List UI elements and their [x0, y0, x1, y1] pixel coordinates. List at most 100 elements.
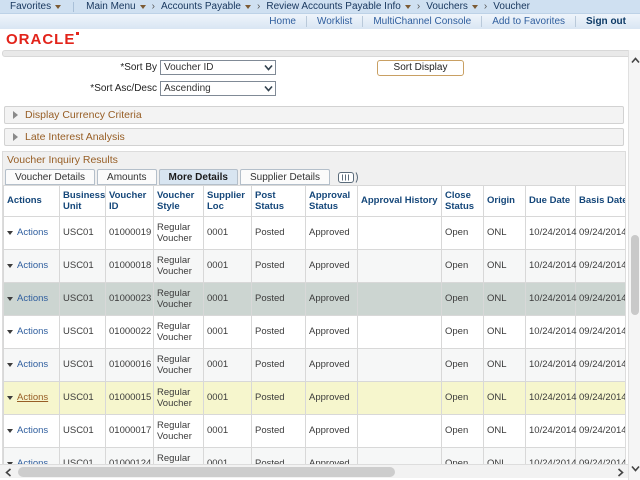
- vertical-scrollbar[interactable]: [628, 50, 640, 480]
- tab-more-details[interactable]: More Details: [159, 169, 238, 185]
- sort-display-button[interactable]: Sort Display: [377, 60, 464, 76]
- tab-supplier-details[interactable]: Supplier Details: [240, 169, 330, 185]
- show-all-columns-icon[interactable]: [338, 172, 360, 183]
- actions-dropdown-icon[interactable]: [7, 330, 13, 334]
- section-late-interest-analysis[interactable]: Late Interest Analysis: [4, 128, 624, 146]
- breadcrumb-separator-icon: [415, 1, 422, 12]
- cell-business-unit: USC01: [60, 415, 106, 448]
- table-row: ActionsUSC0101000018Regular Voucher0001P…: [4, 250, 627, 283]
- chevron-down-icon: [55, 5, 61, 9]
- cell-origin: ONL: [484, 349, 526, 382]
- actions-link[interactable]: Actions: [17, 359, 48, 370]
- vertical-scroll-thumb[interactable]: [631, 235, 639, 315]
- cell-close-status: Open: [442, 349, 484, 382]
- actions-link[interactable]: Actions: [17, 260, 48, 271]
- cell-approval-history: [358, 415, 442, 448]
- cell-actions: Actions: [4, 349, 60, 382]
- cell-supplier-loc: 0001: [204, 283, 252, 316]
- sort-by-label: *Sort By: [0, 62, 160, 73]
- cell-origin: ONL: [484, 316, 526, 349]
- horizontal-scrollbar[interactable]: [0, 464, 628, 478]
- actions-dropdown-icon[interactable]: [7, 429, 13, 433]
- add-to-favorites-link[interactable]: Add to Favorites: [481, 16, 575, 27]
- cell-approval-history: [358, 250, 442, 283]
- section-display-currency-criteria[interactable]: Display Currency Criteria: [4, 106, 624, 124]
- chevron-down-icon: [264, 64, 273, 71]
- table-row: ActionsUSC0101000015Regular Voucher0001P…: [4, 382, 627, 415]
- cell-actions: Actions: [4, 217, 60, 250]
- cell-origin: ONL: [484, 283, 526, 316]
- scroll-up-icon[interactable]: [629, 54, 640, 66]
- tab-amounts[interactable]: Amounts: [97, 169, 156, 185]
- actions-dropdown-icon[interactable]: [7, 363, 13, 367]
- results-table: Actions Business Unit Voucher ID Voucher…: [3, 185, 626, 473]
- chevron-down-icon: [405, 5, 411, 9]
- cell-supplier-loc: 0001: [204, 217, 252, 250]
- cell-due-date: 10/24/2014: [526, 217, 576, 250]
- breadcrumb-separator-icon: [255, 1, 262, 12]
- breadcrumb-item-vouchers[interactable]: Vouchers: [422, 1, 482, 12]
- sort-asc-desc-select[interactable]: Ascending: [160, 81, 276, 96]
- cell-voucher-id: 01000019: [106, 217, 154, 250]
- cell-post-status: Posted: [252, 217, 306, 250]
- cell-basis-date: 09/24/2014: [576, 349, 627, 382]
- multichannel-console-link[interactable]: MultiChannel Console: [362, 16, 481, 27]
- cell-approval-history: [358, 283, 442, 316]
- favorites-menu[interactable]: Favorites: [6, 1, 65, 12]
- actions-dropdown-icon[interactable]: [7, 396, 13, 400]
- scroll-right-icon[interactable]: [614, 466, 626, 478]
- sort-by-select[interactable]: Voucher ID: [160, 60, 276, 75]
- breadcrumb-divider: [73, 2, 74, 12]
- home-link[interactable]: Home: [259, 16, 306, 27]
- sort-controls: *Sort By Voucher ID Sort Display *Sort A…: [0, 58, 628, 102]
- breadcrumb-item-main-menu[interactable]: Main Menu: [82, 1, 149, 12]
- breadcrumb-separator-icon: [150, 1, 157, 12]
- section-label: Late Interest Analysis: [25, 131, 125, 143]
- cell-close-status: Open: [442, 217, 484, 250]
- cell-voucher-id: 01000015: [106, 382, 154, 415]
- actions-link[interactable]: Actions: [17, 392, 48, 403]
- scroll-left-icon[interactable]: [2, 466, 14, 478]
- actions-link[interactable]: Actions: [17, 425, 48, 436]
- tab-voucher-details[interactable]: Voucher Details: [5, 169, 95, 185]
- worklist-link[interactable]: Worklist: [306, 16, 362, 27]
- actions-link[interactable]: Actions: [17, 293, 48, 304]
- actions-dropdown-icon[interactable]: [7, 231, 13, 235]
- horizontal-scroll-thumb[interactable]: [18, 467, 395, 477]
- chevron-down-icon: [472, 5, 478, 9]
- col-due-date: Due Date: [526, 186, 576, 217]
- breadcrumb-item-voucher[interactable]: Voucher: [489, 1, 534, 12]
- cell-voucher-style: Regular Voucher: [154, 283, 204, 316]
- cell-approval-history: [358, 217, 442, 250]
- cell-supplier-loc: 0001: [204, 349, 252, 382]
- favorites-label: Favorites: [10, 1, 51, 12]
- table-row: ActionsUSC0101000019Regular Voucher0001P…: [4, 217, 627, 250]
- actions-link[interactable]: Actions: [17, 326, 48, 337]
- cell-voucher-style: Regular Voucher: [154, 250, 204, 283]
- scroll-down-icon[interactable]: [629, 462, 640, 474]
- actions-dropdown-icon[interactable]: [7, 297, 13, 301]
- col-origin: Origin: [484, 186, 526, 217]
- breadcrumb-item-review-ap-info[interactable]: Review Accounts Payable Info: [262, 1, 415, 12]
- cell-post-status: Posted: [252, 250, 306, 283]
- actions-dropdown-icon[interactable]: [7, 264, 13, 268]
- voucher-inquiry-results: Voucher Inquiry Results Voucher Details …: [2, 151, 626, 473]
- cell-close-status: Open: [442, 316, 484, 349]
- cell-post-status: Posted: [252, 349, 306, 382]
- cell-business-unit: USC01: [60, 283, 106, 316]
- triangle-right-icon: [13, 133, 18, 141]
- breadcrumb-separator-icon: [482, 1, 489, 12]
- cell-business-unit: USC01: [60, 382, 106, 415]
- cell-close-status: Open: [442, 415, 484, 448]
- sort-by-value: Voucher ID: [164, 62, 213, 73]
- breadcrumb-item-accounts-payable[interactable]: Accounts Payable: [157, 1, 255, 12]
- sign-out-link[interactable]: Sign out: [575, 16, 626, 27]
- col-basis-date: Basis Date: [576, 186, 627, 217]
- cell-due-date: 10/24/2014: [526, 349, 576, 382]
- actions-link[interactable]: Actions: [17, 227, 48, 238]
- cell-actions: Actions: [4, 316, 60, 349]
- results-tbody: ActionsUSC0101000019Regular Voucher0001P…: [4, 217, 627, 474]
- cell-post-status: Posted: [252, 382, 306, 415]
- cell-post-status: Posted: [252, 283, 306, 316]
- col-approval-status: Approval Status: [306, 186, 358, 217]
